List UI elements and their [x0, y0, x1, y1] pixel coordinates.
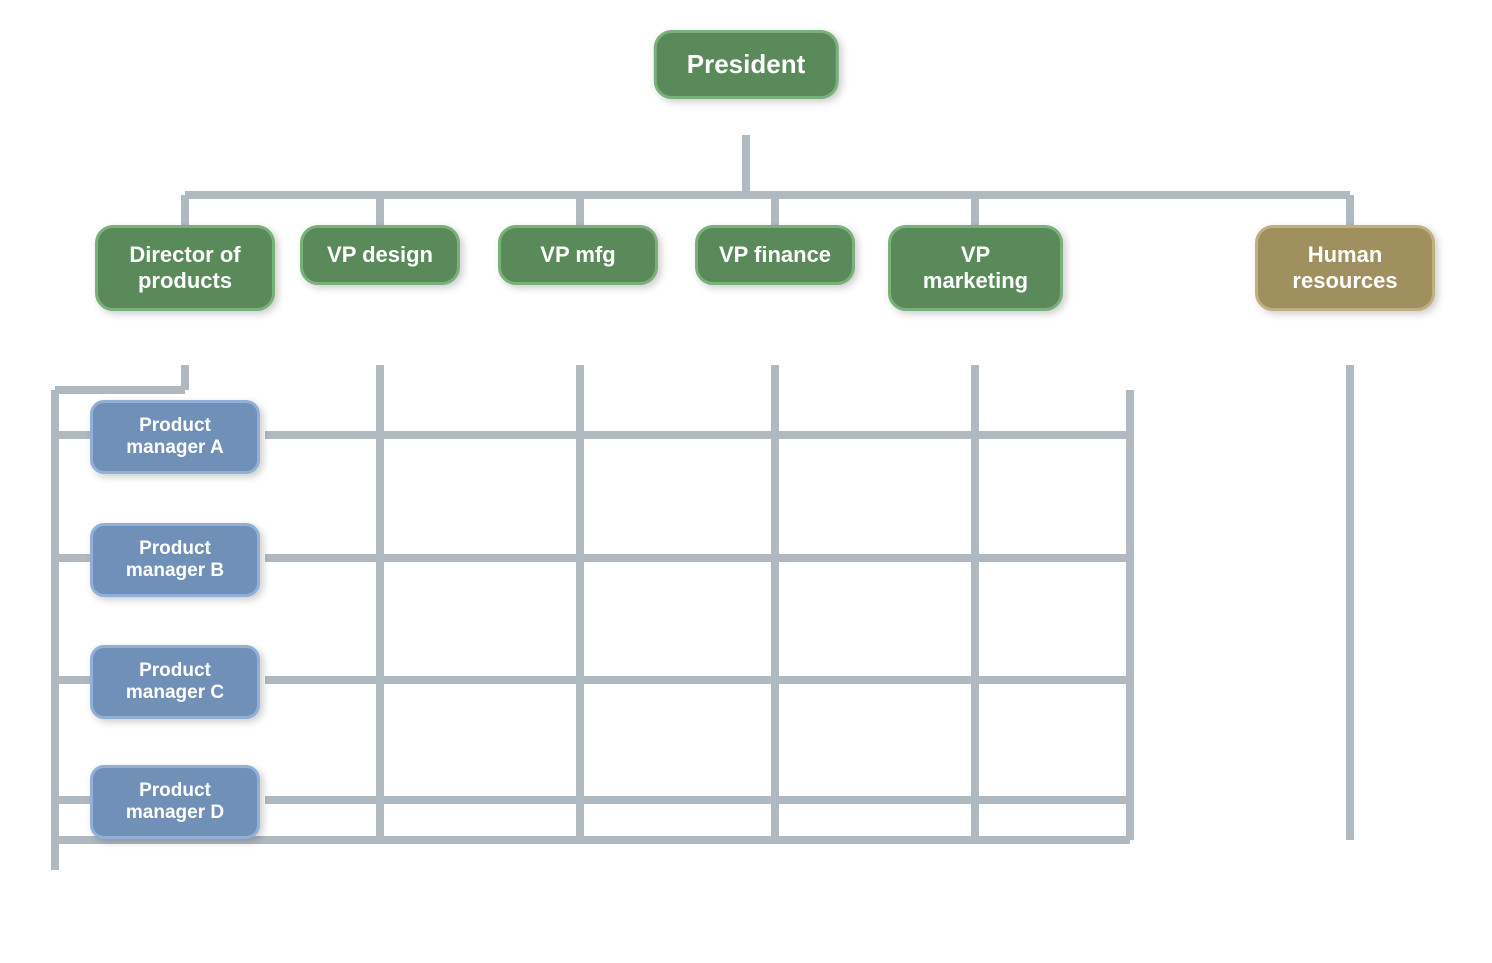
director-node: Director of products — [95, 225, 275, 311]
vp-marketing-node: VP marketing — [888, 225, 1063, 311]
pm-b-box: Product manager B — [90, 523, 260, 597]
president-node: President — [654, 30, 839, 99]
org-chart: President Director of products VP design… — [0, 0, 1492, 963]
hr-box: Human resources — [1255, 225, 1435, 311]
pm-d-box: Product manager D — [90, 765, 260, 839]
president-box: President — [654, 30, 839, 99]
vp-mfg-box: VP mfg — [498, 225, 658, 285]
director-box: Director of products — [95, 225, 275, 311]
vp-design-box: VP design — [300, 225, 460, 285]
vp-finance-node: VP finance — [695, 225, 855, 285]
vp-design-node: VP design — [300, 225, 460, 285]
pm-a-box: Product manager A — [90, 400, 260, 474]
vp-mfg-node: VP mfg — [498, 225, 658, 285]
hr-node: Human resources — [1255, 225, 1435, 311]
vp-marketing-box: VP marketing — [888, 225, 1063, 311]
pm-b-node: Product manager B — [90, 523, 260, 597]
pm-c-box: Product manager C — [90, 645, 260, 719]
pm-c-node: Product manager C — [90, 645, 260, 719]
vp-finance-box: VP finance — [695, 225, 855, 285]
pm-a-node: Product manager A — [90, 400, 260, 474]
pm-d-node: Product manager D — [90, 765, 260, 839]
